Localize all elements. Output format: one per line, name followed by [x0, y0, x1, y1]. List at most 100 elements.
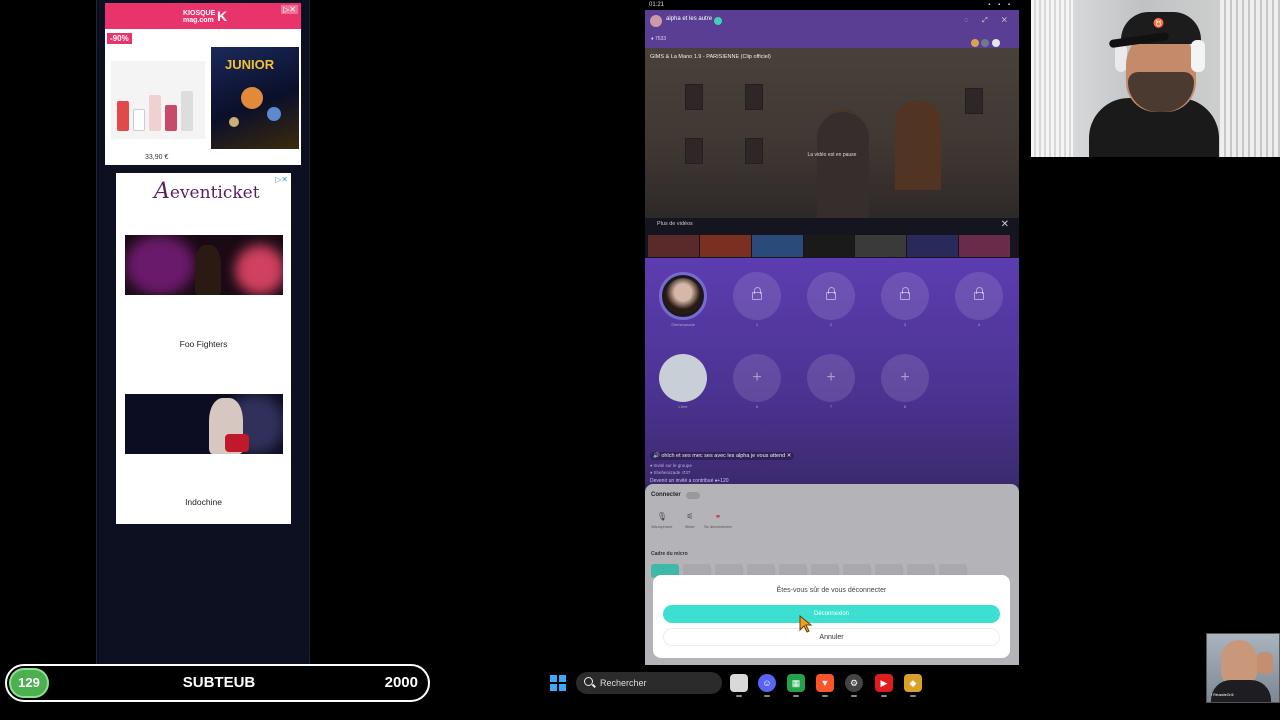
empty-seat[interactable]: + — [807, 354, 855, 402]
video-thumbnail[interactable] — [699, 235, 751, 257]
mic-frame-section-title: Cadre du micro — [651, 551, 688, 557]
cancel-button[interactable]: Annuler — [663, 628, 1000, 646]
free-seat-avatar[interactable] — [659, 354, 707, 402]
status-bar: 01:21 ▪ ▪ ▪ — [645, 0, 1019, 10]
viewer-avatar — [991, 39, 1000, 47]
windows-start-icon[interactable] — [550, 675, 566, 691]
cosmetics-product-image — [111, 61, 205, 139]
search-placeholder: Rechercher — [600, 678, 647, 688]
viewer-avatars[interactable] — [971, 34, 1013, 47]
event-name[interactable]: Foo Fighters — [116, 339, 291, 349]
clock: 01:21 — [649, 2, 665, 8]
kiosque-ad-banner[interactable]: KIOSQUE mag.com K ▷✕ -90% JUNIOR 33,90 € — [105, 3, 301, 165]
event-image-foo-fighters[interactable] — [125, 235, 283, 295]
disconnect-confirm-dialog: Êtes-vous sûr de vous déconnecter Déconn… — [653, 575, 1010, 658]
streamer-webcam: ♉ — [1031, 0, 1280, 157]
locked-seat[interactable] — [955, 272, 1003, 320]
settings-gear-icon[interactable]: ⚙ — [845, 674, 863, 697]
video-player[interactable]: GIMS & La Mano 1.9 - PARISIENNE (Clip of… — [645, 48, 1019, 218]
video-thumbnail[interactable] — [959, 235, 1011, 257]
guest-webcam-tag: ▪ RéussiteGr4l — [1211, 693, 1234, 697]
empty-seat[interactable]: + — [881, 354, 929, 402]
live-room-app-window: 01:21 ▪ ▪ ▪ alpha et les autre ♦ 7533 ◌ … — [645, 0, 1019, 665]
sub-count-badge: 129 — [9, 668, 49, 698]
empty-seat[interactable]: + — [733, 354, 781, 402]
eventicket-logo: Aeventicket — [154, 179, 260, 204]
eventicket-ad-banner[interactable]: Aeventicket ▷✕ Foo Fighters Indochine — [116, 173, 291, 524]
locked-seat[interactable] — [807, 272, 855, 320]
room-header: alpha et les autre ♦ 7533 ◌ ⤢ ✕ — [645, 10, 1019, 48]
lock-icon — [752, 287, 762, 300]
mixer-option[interactable]: ⚟ Mixer — [675, 512, 705, 529]
room-window-controls[interactable]: ◌ ⤢ ✕ — [964, 17, 1013, 25]
more-videos-strip: Plus de vidéos ✕ — [645, 218, 1019, 258]
cap-logo-icon: ♉ — [1153, 18, 1165, 28]
dialog-question: Êtes-vous sûr de vous déconnecter — [776, 587, 887, 594]
seat-number: Libre — [678, 404, 688, 409]
guest-webcam: ▪ RéussiteGr4l — [1206, 633, 1280, 703]
taskbar-search[interactable]: Rechercher — [576, 672, 722, 694]
disconnect-option[interactable]: ⚭ Se déconnecter — [703, 512, 733, 529]
seat-number: 6 — [755, 404, 759, 409]
discount-badge: -90% — [107, 33, 132, 44]
video-thumbnail[interactable] — [751, 235, 803, 257]
video-thumbnail[interactable] — [803, 235, 855, 257]
chat-meta: ♦ Sheherazade ↺37 — [650, 470, 691, 475]
spreadsheet-icon[interactable]: ▦ — [787, 674, 805, 697]
search-icon — [584, 677, 593, 686]
product-price: 33,90 € — [145, 154, 169, 161]
sub-goal-target: 2000 — [384, 674, 418, 691]
chat-message: 🔊 ohlch et ses mec ses avec les alpha je… — [650, 452, 795, 460]
seat-number: 2 — [829, 322, 833, 327]
video-thumbnail[interactable] — [907, 235, 959, 257]
ad-choices-icon[interactable]: ▷✕ — [275, 175, 288, 184]
windows-taskbar: Rechercher ☺ ▦ ▼ ⚙ ▶ ◆ — [440, 666, 1200, 700]
room-owner-avatar[interactable] — [650, 15, 662, 27]
lock-icon — [974, 287, 984, 300]
locked-seat[interactable] — [881, 272, 929, 320]
lock-icon — [900, 287, 910, 300]
room-fan-count: ♦ 7533 — [651, 36, 667, 42]
follow-icon[interactable] — [714, 17, 722, 25]
ad-choices-icon[interactable]: ▷✕ — [281, 5, 298, 14]
disconnect-button[interactable]: Déconnexion — [663, 605, 1000, 623]
sheet-title: Connecter — [651, 492, 681, 498]
close-icon[interactable]: ✕ — [1001, 219, 1009, 230]
mixer-icon: ⚟ — [686, 512, 694, 521]
plus-icon: + — [900, 369, 910, 386]
viewer-avatar — [971, 39, 979, 47]
viewer-avatar — [981, 39, 990, 47]
room-owner-name[interactable]: alpha et les autre — [666, 16, 712, 22]
video-thumbnail[interactable] — [648, 235, 699, 257]
kiosque-logo-icon: K — [217, 8, 228, 24]
more-videos-label: Plus de vidéos — [657, 221, 693, 227]
disconnect-icon: ⚭ — [714, 512, 722, 521]
microphone-option[interactable]: 🎙 Microphone — [647, 512, 677, 529]
event-image-indochine[interactable] — [125, 394, 283, 454]
file-explorer-icon[interactable] — [730, 674, 748, 697]
streaming-app-icon[interactable]: ◆ — [904, 674, 922, 697]
seat-number: 4 — [977, 322, 981, 327]
chat-feed: 🔊 ohlch et ses mec ses avec les alpha je… — [650, 444, 1014, 484]
connect-toggle[interactable] — [686, 492, 700, 499]
seat-number: 1 — [755, 322, 759, 327]
locked-seat[interactable] — [733, 272, 781, 320]
kiosque-logo-text: KIOSQUE mag.com — [183, 10, 216, 24]
video-thumbnails[interactable] — [648, 235, 1011, 257]
video-paused-label: La vidéo est en pause — [807, 152, 857, 158]
video-thumbnail[interactable] — [855, 235, 907, 257]
sub-goal-label: SUBTEUB — [182, 674, 256, 691]
sub-goal-bar: 129 SUBTEUB 2000 — [5, 664, 430, 702]
host-avatar — [665, 278, 701, 314]
lock-icon — [826, 287, 836, 300]
host-seat-label: Sheherazade — [671, 322, 695, 327]
junior-magazine-image: JUNIOR — [211, 47, 299, 149]
host-seat[interactable] — [659, 272, 707, 320]
system-status-icons: ▪ ▪ ▪ — [988, 2, 1013, 8]
seat-number: 3 — [903, 322, 907, 327]
youtube-icon[interactable]: ▶ — [875, 674, 893, 697]
discord-icon[interactable]: ☺ — [758, 674, 776, 697]
seat-number: 7 — [829, 404, 833, 409]
event-name[interactable]: Indochine — [116, 497, 291, 507]
brave-icon[interactable]: ▼ — [816, 674, 834, 697]
